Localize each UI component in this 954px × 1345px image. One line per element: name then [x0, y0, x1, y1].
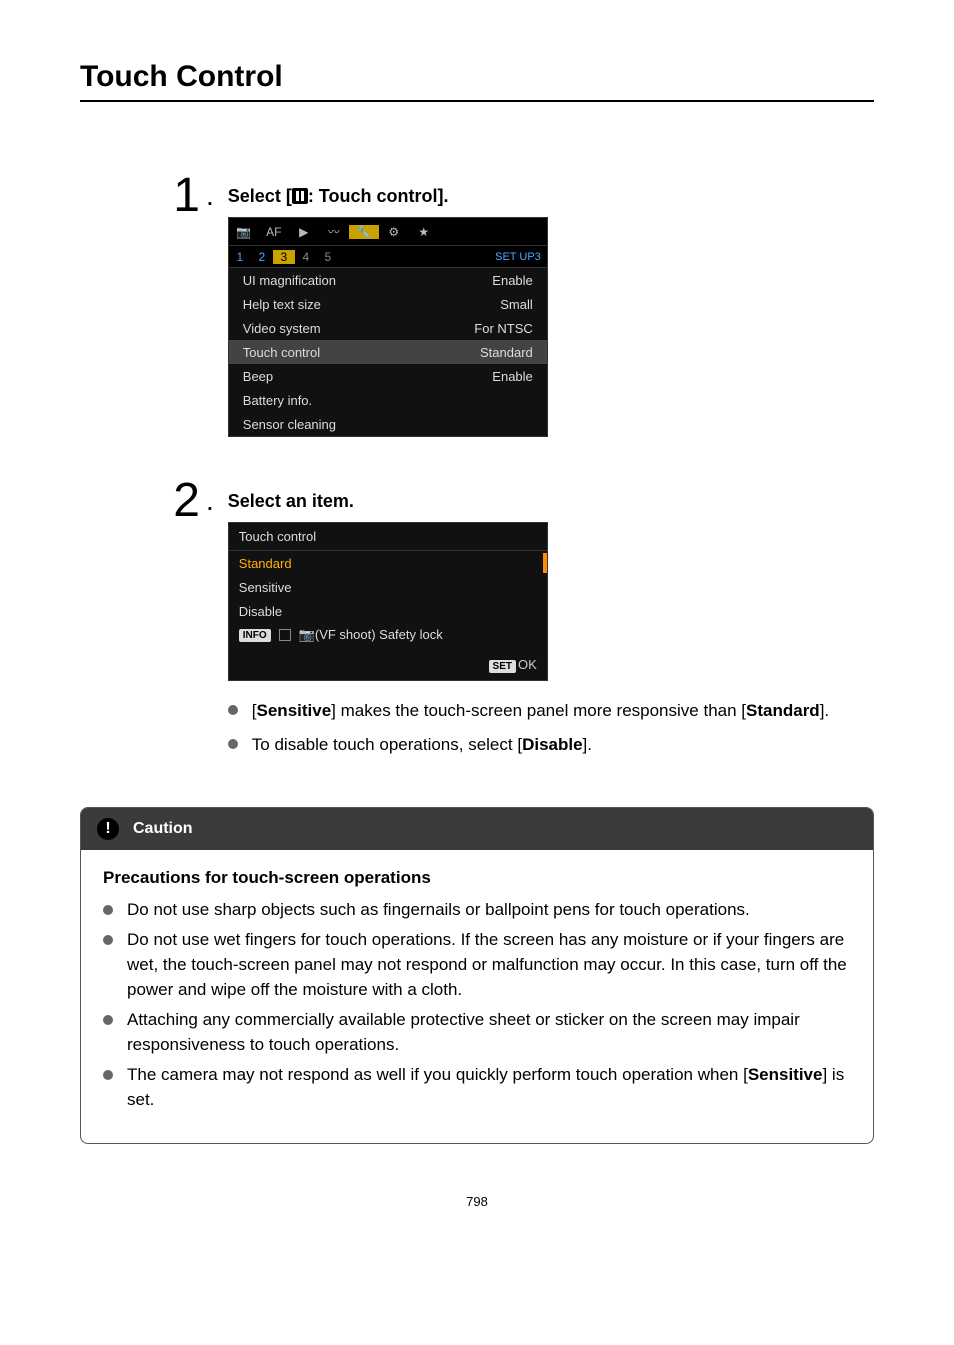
step-1-number: 1: [160, 172, 200, 220]
tab-af: AF: [259, 225, 289, 239]
bullet-dot-icon: [103, 935, 113, 945]
step-1-heading-prefix: Select [: [228, 186, 292, 206]
bullet2-pre: To disable touch operations, select [: [252, 735, 522, 754]
row-ui-mag-value: Enable: [492, 273, 532, 288]
menu-sub-tabs: 1 2 3 4 5 SET UP3: [229, 246, 547, 268]
subtab-3: 3: [273, 250, 295, 264]
tab-mymenu-icon: ★: [409, 225, 439, 239]
tab-camera-icon: 📷: [229, 225, 259, 239]
menu-screenshot-2: Touch control Standard Sensitive Disable…: [228, 522, 548, 681]
caution-header: ! Caution: [81, 808, 873, 850]
bullet-disable: To disable touch operations, select [Dis…: [228, 733, 874, 757]
option-sensitive: Sensitive: [229, 575, 547, 599]
row-video-label: Video system: [243, 321, 321, 336]
bullet1-bold2: Standard: [746, 701, 820, 720]
bullet-sensitive: [Sensitive] makes the touch-screen panel…: [228, 699, 874, 723]
subtab-2: 2: [251, 250, 273, 264]
bullet-dot-icon: [103, 1015, 113, 1025]
tab-playback-icon: ▶: [289, 225, 319, 239]
row-help-label: Help text size: [243, 297, 321, 312]
row-beep-label: Beep: [243, 369, 273, 384]
menu-top-tabs: 📷 AF ▶ 〰 🔧 ⚙ ★: [229, 218, 547, 246]
bullet1-post: ].: [820, 701, 829, 720]
step-1: 1 . Select [ : Touch control]. 📷 AF ▶ 〰 🔧…: [160, 172, 874, 437]
checkbox-icon: [279, 629, 291, 641]
caution-heading-text: Caution: [133, 820, 193, 838]
caution-list: Do not use sharp objects such as fingern…: [103, 898, 851, 1113]
step-1-dot: .: [206, 172, 214, 220]
caution-item-1-text: Do not use sharp objects such as fingern…: [127, 898, 750, 923]
tab-network-icon: 〰: [319, 223, 349, 240]
step-2-heading: Select an item.: [228, 491, 874, 512]
bullet2-bold: Disable: [522, 735, 582, 754]
bullet1-mid: ] makes the touch-screen panel more resp…: [331, 701, 746, 720]
caution-item-2: Do not use wet fingers for touch operati…: [103, 928, 851, 1002]
step-2-dot: .: [206, 477, 214, 525]
bullet1-bold1: Sensitive: [257, 701, 332, 720]
bullet2-post: ].: [583, 735, 592, 754]
step-1-heading: Select [ : Touch control].: [228, 186, 874, 207]
caution-item-4: The camera may not respond as well if yo…: [103, 1063, 851, 1112]
wrench-icon: [292, 188, 308, 204]
row-battery-label: Battery info.: [243, 393, 312, 408]
row-beep-value: Enable: [492, 369, 532, 384]
row-touch-value: Standard: [480, 345, 533, 360]
caution-item-2-text: Do not use wet fingers for touch operati…: [127, 928, 851, 1002]
caution-subheading: Precautions for touch-screen operations: [103, 868, 851, 888]
caution-icon: !: [97, 818, 119, 840]
row-video-value: For NTSC: [474, 321, 533, 336]
menu-screenshot-1: 📷 AF ▶ 〰 🔧 ⚙ ★ 1 2 3 4 5 SET UP3 UI magn…: [228, 217, 548, 437]
tab-setup-icon: 🔧: [349, 225, 379, 239]
caution-item-4-pre: The camera may not respond as well if yo…: [127, 1065, 748, 1084]
bullet-dot-icon: [103, 905, 113, 915]
row-help-value: Small: [500, 297, 533, 312]
subtab-5: 5: [317, 250, 339, 264]
page-title: Touch Control: [80, 60, 874, 102]
step-1-heading-suffix: : Touch control].: [308, 186, 449, 206]
info-text: 📷(VF shoot) Safety lock: [299, 627, 443, 643]
caution-item-3: Attaching any commercially available pro…: [103, 1008, 851, 1057]
bullet-dot-icon: [103, 1070, 113, 1080]
step-2-bullets: [Sensitive] makes the touch-screen panel…: [228, 699, 874, 757]
bullet-dot-icon: [228, 739, 238, 749]
bullet-dot-icon: [228, 705, 238, 715]
ok-row: SETOK: [229, 647, 547, 680]
row-ui-mag-label: UI magnification: [243, 273, 336, 288]
step-2: 2 . Select an item. Touch control Standa…: [160, 477, 874, 767]
tab-custom-icon: ⚙: [379, 225, 409, 239]
page-number: 798: [80, 1194, 874, 1209]
subtab-right-label: SET UP3: [495, 251, 541, 263]
caution-item-3-text: Attaching any commercially available pro…: [127, 1008, 851, 1057]
subtab-4: 4: [295, 250, 317, 264]
option-disable: Disable: [229, 599, 547, 623]
row-sensor-label: Sensor cleaning: [243, 417, 336, 432]
set-badge: SET: [489, 660, 516, 673]
info-row: INFO 📷(VF shoot) Safety lock: [229, 623, 547, 647]
row-touch-label: Touch control: [243, 345, 320, 360]
caution-item-4-bold: Sensitive: [748, 1065, 823, 1084]
option-standard: Standard: [229, 551, 547, 575]
subtab-1: 1: [229, 250, 251, 264]
step-2-number: 2: [160, 477, 200, 525]
ok-label: OK: [518, 657, 537, 672]
info-badge: INFO: [239, 629, 271, 642]
caution-item-1: Do not use sharp objects such as fingern…: [103, 898, 851, 923]
caution-box: ! Caution Precautions for touch-screen o…: [80, 807, 874, 1144]
panel-title: Touch control: [229, 523, 547, 551]
